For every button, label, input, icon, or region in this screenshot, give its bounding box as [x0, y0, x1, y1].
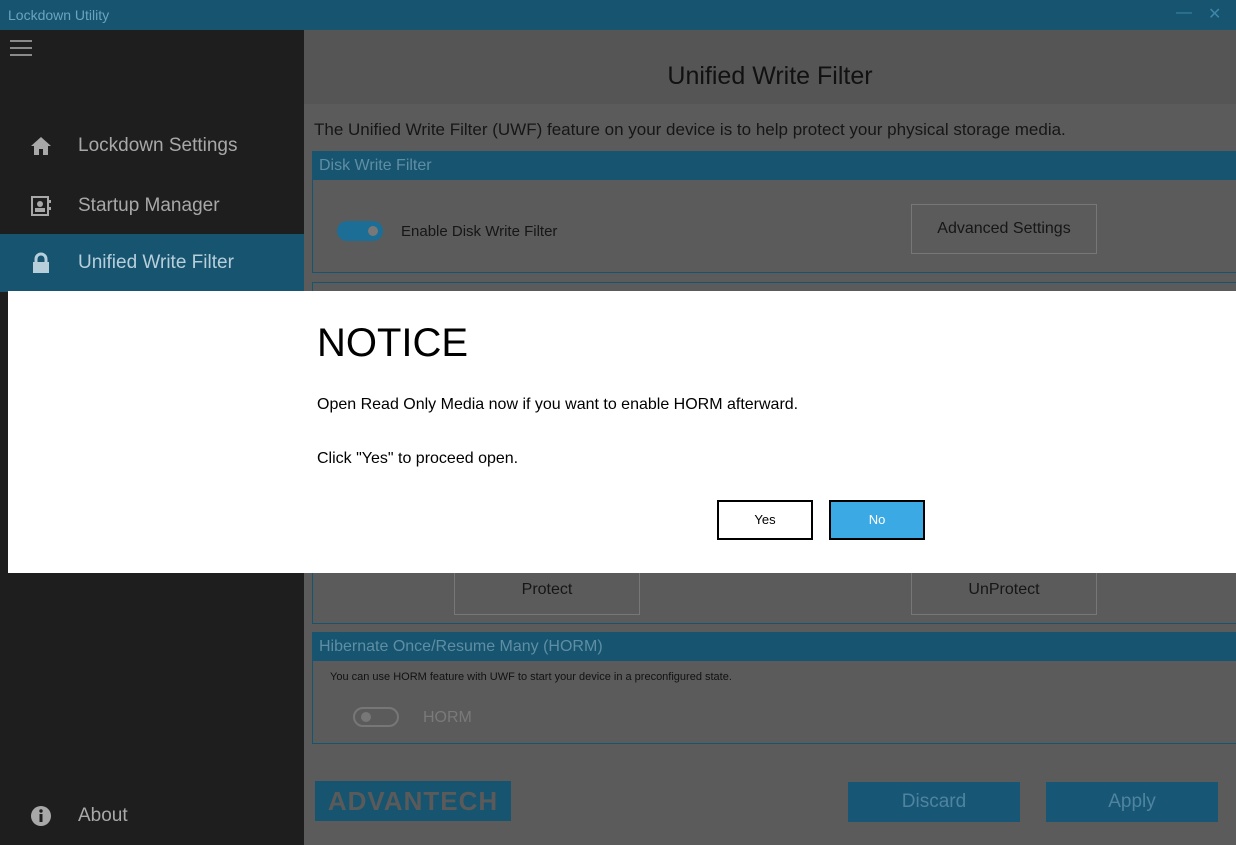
info-icon [30, 805, 52, 827]
startup-icon [30, 195, 52, 217]
horm-toggle[interactable] [353, 707, 399, 727]
apply-button[interactable]: Apply [1046, 782, 1218, 822]
toggle-label: Enable Disk Write Filter [401, 223, 558, 240]
dialog-message: Open Read Only Media now if you want to … [317, 396, 799, 413]
sidebar-item-label: Lockdown Settings [78, 135, 238, 156]
title-bar: Lockdown Utility — ✕ [0, 0, 1236, 30]
no-button[interactable]: No [829, 500, 925, 540]
sidebar-item-lockdown-settings[interactable]: Lockdown Settings [0, 117, 304, 175]
home-icon [30, 135, 52, 157]
sidebar-item-unified-write-filter[interactable]: Unified Write Filter [0, 234, 304, 292]
sidebar-item-startup-manager[interactable]: Startup Manager [0, 177, 304, 235]
lock-icon [30, 252, 52, 274]
minimize-button[interactable]: — [1176, 4, 1192, 22]
section-heading: Disk Write Filter [313, 152, 1236, 180]
discard-button[interactable]: Discard [848, 782, 1020, 822]
sidebar-item-label: Unified Write Filter [78, 252, 234, 273]
yes-button[interactable]: Yes [717, 500, 813, 540]
horm-description: You can use HORM feature with UWF to sta… [330, 671, 732, 683]
sidebar-item-label: Startup Manager [78, 195, 220, 216]
dialog-instruction: Click "Yes" to proceed open. [317, 450, 519, 467]
section-heading: Hibernate Once/Resume Many (HORM) [313, 633, 1236, 661]
advantech-logo: ADVANTECH [315, 781, 511, 821]
disk-write-filter-toggle[interactable] [337, 221, 383, 241]
page-title: Unified Write Filter [667, 62, 873, 90]
notice-dialog: NOTICE Open Read Only Media now if you w… [8, 291, 1236, 573]
hamburger-menu-icon[interactable] [10, 40, 32, 60]
close-button[interactable]: ✕ [1208, 4, 1221, 24]
horm-section: Hibernate Once/Resume Many (HORM) You ca… [312, 632, 1236, 744]
sidebar-item-label: About [78, 805, 128, 826]
horm-toggle-label: HORM [423, 709, 472, 726]
page-header: Unified Write Filter [304, 30, 1236, 104]
advanced-settings-button[interactable]: Advanced Settings [911, 204, 1097, 254]
sidebar-item-about[interactable]: About [0, 787, 304, 845]
dialog-title: NOTICE [317, 321, 469, 365]
disk-write-filter-section: Disk Write Filter Enable Disk Write Filt… [312, 151, 1236, 273]
intro-text: The Unified Write Filter (UWF) feature o… [314, 120, 1066, 139]
window-title: Lockdown Utility [8, 7, 110, 23]
